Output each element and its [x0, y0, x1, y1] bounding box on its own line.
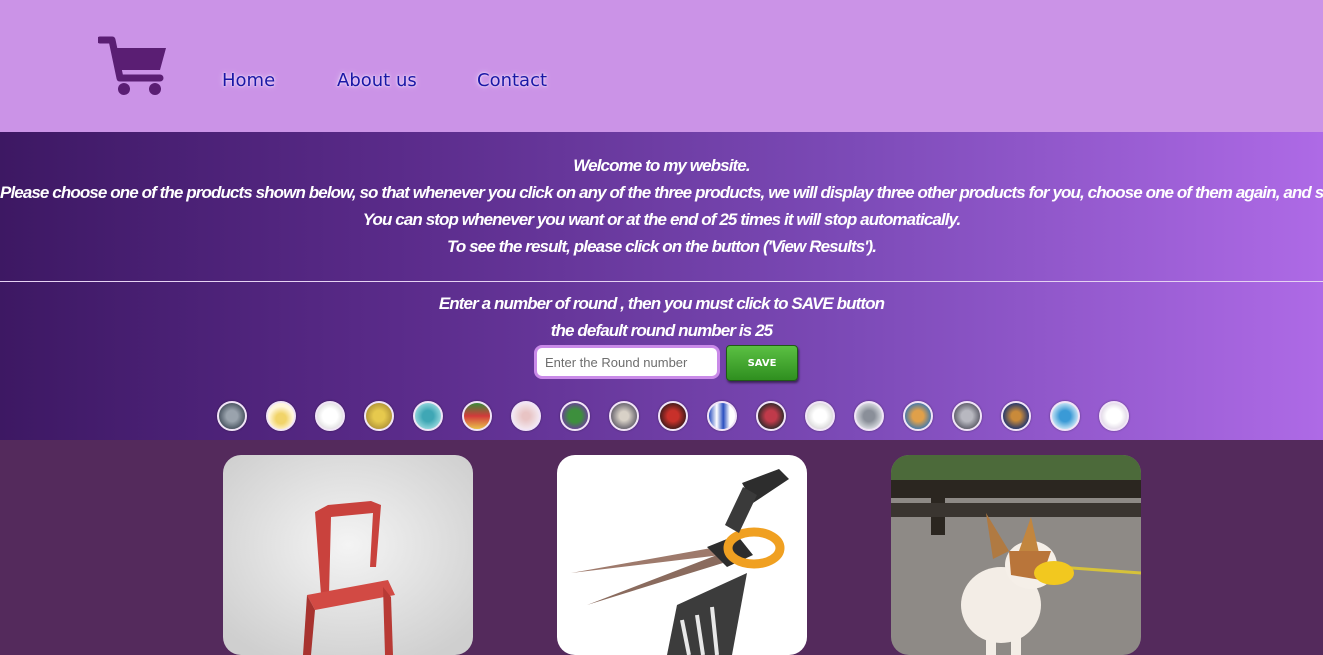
thumbnail-boots[interactable] — [364, 401, 394, 431]
thumbnail-wine-glass[interactable] — [1099, 401, 1129, 431]
thumbnail-dragon[interactable] — [658, 401, 688, 431]
intro-line: Please choose one of the products shown … — [0, 183, 1323, 202]
intro-text: Welcome to my website. Please choose one… — [0, 152, 1323, 260]
dog-duck-image — [891, 455, 1141, 655]
divider — [0, 281, 1323, 282]
nav-contact-link[interactable]: Contact — [477, 70, 547, 91]
thumbnail-dog-duck[interactable] — [609, 401, 639, 431]
thumbnail-unicorn[interactable] — [1001, 401, 1031, 431]
thumbnail-chair[interactable] — [511, 401, 541, 431]
chair-image — [223, 455, 473, 655]
round-number-input[interactable] — [534, 345, 720, 379]
thumbnail-water-can[interactable] — [1050, 401, 1080, 431]
thumbnail-bubblegum[interactable] — [462, 401, 492, 431]
product-card-scissors[interactable] — [557, 455, 807, 655]
thumbnail-tauntaun[interactable] — [952, 401, 982, 431]
site-header: Home About us Contact — [0, 0, 1323, 132]
thumbnail-bag[interactable] — [217, 401, 247, 431]
thumbnail-breakfast[interactable] — [413, 401, 443, 431]
intro-line: You can stop whenever you want or at the… — [362, 210, 962, 229]
round-instructions: Enter a number of round , then you must … — [0, 290, 1323, 344]
thumbnail-sweep[interactable] — [903, 401, 933, 431]
thumbnail-banana[interactable] — [266, 401, 296, 431]
thumbnail-bathroom[interactable] — [315, 401, 345, 431]
welcome-banner: Welcome to my website. Please choose one… — [0, 132, 1323, 440]
product-card-dog-duck[interactable] — [891, 455, 1141, 655]
product-thumbnail-strip — [0, 401, 1323, 437]
nav-about-link[interactable]: About us — [337, 70, 417, 91]
round-default-line: the default round number is 25 — [550, 321, 773, 340]
thumbnail-cthulhu[interactable] — [560, 401, 590, 431]
thumbnail-pen[interactable] — [707, 401, 737, 431]
thumbnail-scissors[interactable] — [805, 401, 835, 431]
save-button[interactable]: SAVE — [726, 345, 798, 381]
round-instruction-line: Enter a number of round , then you must … — [438, 294, 885, 313]
intro-line: To see the result, please click on the b… — [446, 237, 877, 256]
intro-line: Welcome to my website. — [573, 156, 750, 175]
scissors-image — [557, 455, 807, 655]
nav-home-link[interactable]: Home — [222, 70, 275, 91]
thumbnail-pet-sweep[interactable] — [756, 401, 786, 431]
shopping-cart-icon[interactable] — [98, 34, 170, 98]
product-card-chair[interactable] — [223, 455, 473, 655]
thumbnail-shark[interactable] — [854, 401, 884, 431]
